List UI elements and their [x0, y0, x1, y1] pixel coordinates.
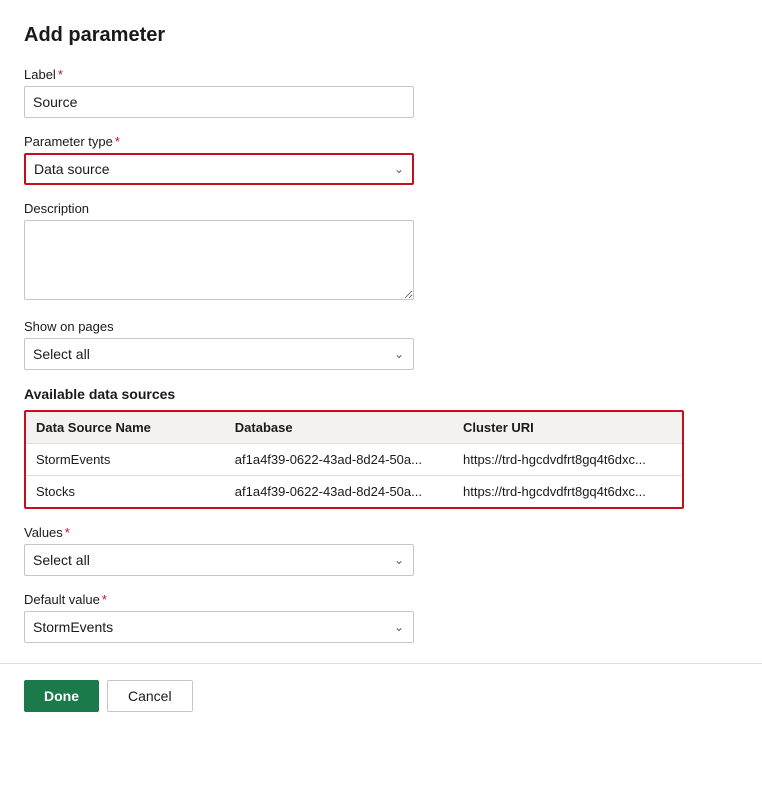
table-header-row: Data Source Name Database Cluster URI: [26, 412, 682, 444]
col-header-cluster-uri: Cluster URI: [453, 412, 682, 444]
row-2-cluster-uri: https://trd-hgcdvdfrt8gq4t6dxc...: [453, 476, 682, 508]
label-required-star: *: [58, 67, 63, 82]
parameter-type-select-wrapper: Data source Text Number Date ⌄: [24, 153, 414, 185]
values-field-group: Values* Select all ⌄: [24, 525, 736, 576]
row-2-name: Stocks: [26, 476, 225, 508]
row-1-name: StormEvents: [26, 444, 225, 476]
parameter-type-label: Parameter type*: [24, 134, 736, 149]
label-input[interactable]: [24, 86, 414, 118]
data-sources-table: Data Source Name Database Cluster URI St…: [26, 412, 682, 507]
description-field-group: Description: [24, 201, 736, 303]
col-header-name: Data Source Name: [26, 412, 225, 444]
show-on-pages-select-wrapper: Select all ⌄: [24, 338, 414, 370]
show-on-pages-select[interactable]: Select all: [24, 338, 414, 370]
add-parameter-dialog: Add parameter Label* Parameter type* Dat…: [0, 0, 760, 643]
table-row[interactable]: Stocks af1a4f39-0622-43ad-8d24-50a... ht…: [26, 476, 682, 508]
values-required-star: *: [65, 525, 70, 540]
default-value-label: Default value*: [24, 592, 736, 607]
label-field-group: Label*: [24, 67, 736, 118]
values-select[interactable]: Select all: [24, 544, 414, 576]
default-value-select-wrapper: StormEvents Stocks ⌄: [24, 611, 414, 643]
default-value-required-star: *: [102, 592, 107, 607]
available-data-sources-section: Available data sources Data Source Name …: [24, 386, 736, 509]
cancel-button[interactable]: Cancel: [107, 680, 193, 712]
label-field-label: Label*: [24, 67, 736, 82]
table-row[interactable]: StormEvents af1a4f39-0622-43ad-8d24-50a.…: [26, 444, 682, 476]
data-sources-table-wrapper: Data Source Name Database Cluster URI St…: [24, 410, 684, 509]
available-data-sources-title: Available data sources: [24, 386, 736, 402]
values-label: Values*: [24, 525, 736, 540]
values-select-wrapper: Select all ⌄: [24, 544, 414, 576]
description-input[interactable]: [24, 220, 414, 300]
description-label: Description: [24, 201, 736, 216]
row-1-database: af1a4f39-0622-43ad-8d24-50a...: [225, 444, 453, 476]
done-button[interactable]: Done: [24, 680, 99, 712]
parameter-type-field-group: Parameter type* Data source Text Number …: [24, 134, 736, 185]
col-header-database: Database: [225, 412, 453, 444]
dialog-title: Add parameter: [24, 24, 736, 47]
parameter-type-select[interactable]: Data source Text Number Date: [24, 153, 414, 185]
row-1-cluster-uri: https://trd-hgcdvdfrt8gq4t6dxc...: [453, 444, 682, 476]
show-on-pages-label: Show on pages: [24, 319, 736, 334]
default-value-select[interactable]: StormEvents Stocks: [24, 611, 414, 643]
dialog-footer: Done Cancel: [0, 663, 762, 728]
show-on-pages-field-group: Show on pages Select all ⌄: [24, 319, 736, 370]
param-type-required-star: *: [115, 134, 120, 149]
default-value-field-group: Default value* StormEvents Stocks ⌄: [24, 592, 736, 643]
row-2-database: af1a4f39-0622-43ad-8d24-50a...: [225, 476, 453, 508]
